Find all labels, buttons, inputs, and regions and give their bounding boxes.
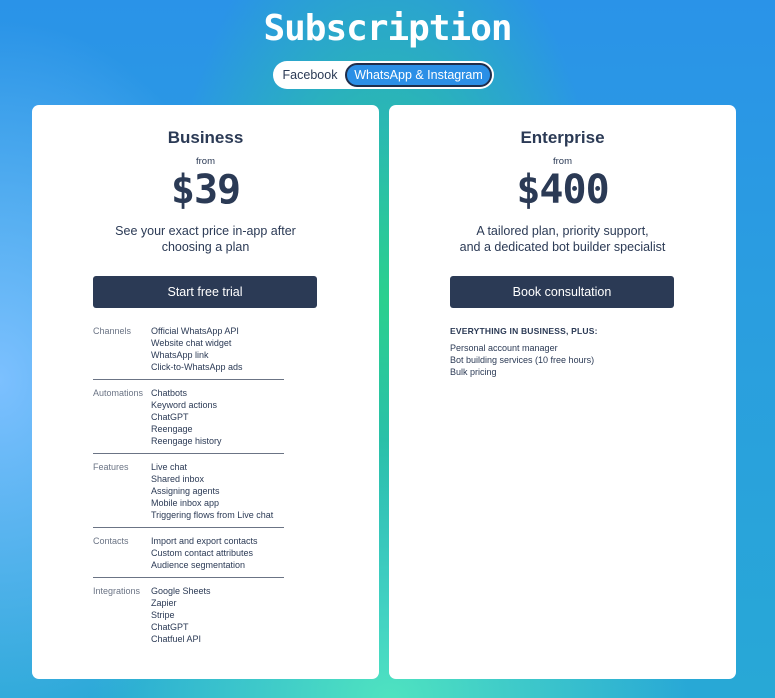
feature-item: Keyword actions bbox=[151, 400, 218, 410]
feature-item: Live chat bbox=[151, 462, 188, 472]
feature-item: Stripe bbox=[151, 610, 175, 620]
feature-item: WhatsApp link bbox=[151, 350, 209, 360]
feature-list: Channels Official WhatsApp API Website c… bbox=[93, 325, 284, 658]
feature-item: ChatGPT bbox=[151, 412, 189, 422]
feature-item: ChatGPT bbox=[151, 622, 189, 632]
feature-item: Mobile inbox app bbox=[151, 498, 220, 508]
feature-group-integrations: Integrations Google Sheets Zapier Stripe… bbox=[93, 585, 284, 651]
feature-group-automations: Automations Chatbots Keyword actions Cha… bbox=[93, 387, 284, 454]
plus-item: Bulk pricing bbox=[450, 367, 497, 377]
plus-item: Bot building services (10 free hours) bbox=[450, 355, 595, 365]
feature-group-label: Automations bbox=[93, 388, 144, 398]
plus-item: Personal account manager bbox=[450, 343, 558, 353]
feature-item: Audience segmentation bbox=[151, 560, 246, 570]
plan-description-line: A tailored plan, priority support, bbox=[476, 224, 649, 238]
feature-item: Shared inbox bbox=[151, 474, 205, 484]
feature-item: Reengage bbox=[151, 424, 193, 434]
feature-group-label: Contacts bbox=[93, 536, 129, 546]
plus-title: EVERYTHING IN BUSINESS, PLUS: bbox=[450, 326, 598, 336]
feature-group-features: Features Live chat Shared inbox Assignin… bbox=[93, 461, 284, 528]
plan-description-line: See your exact price in-app after bbox=[115, 224, 296, 238]
price-prefix: from bbox=[553, 156, 572, 167]
start-free-trial-button[interactable]: Start free trial bbox=[93, 276, 317, 308]
feature-item: Assigning agents bbox=[151, 486, 220, 496]
feature-item: Triggering flows from Live chat bbox=[151, 510, 274, 520]
price-prefix: from bbox=[196, 156, 215, 167]
feature-group-label: Features bbox=[93, 462, 129, 472]
plan-card-business: Business from $39 See your exact price i… bbox=[32, 105, 379, 679]
plus-list: Personal account manager Bot building se… bbox=[450, 342, 594, 378]
feature-item: Google Sheets bbox=[151, 586, 211, 596]
feature-group-contacts: Contacts Import and export contacts Cust… bbox=[93, 535, 284, 578]
toggle-whatsapp-instagram[interactable]: WhatsApp & Instagram bbox=[345, 63, 492, 87]
plan-name: Enterprise bbox=[520, 128, 605, 147]
plan-price: $39 bbox=[170, 167, 241, 213]
plan-name: Business bbox=[167, 128, 244, 147]
feature-group-channels: Channels Official WhatsApp API Website c… bbox=[93, 325, 284, 380]
feature-group-label: Channels bbox=[93, 326, 132, 336]
page-title: Subscription bbox=[263, 8, 512, 49]
plan-description-line: and a dedicated bot builder specialist bbox=[459, 240, 666, 254]
feature-item: Custom contact attributes bbox=[151, 548, 254, 558]
plan-description-line: choosing a plan bbox=[161, 240, 250, 254]
plan-description: A tailored plan, priority support, and a… bbox=[389, 223, 736, 255]
feature-item: Zapier bbox=[151, 598, 177, 608]
feature-item: Import and export contacts bbox=[151, 536, 258, 546]
feature-item: Reengage history bbox=[151, 436, 222, 446]
book-consultation-button[interactable]: Book consultation bbox=[450, 276, 674, 308]
plan-price: $400 bbox=[516, 167, 609, 213]
feature-item: Click-to-WhatsApp ads bbox=[151, 362, 243, 372]
channel-toggle: Facebook WhatsApp & Instagram bbox=[273, 61, 494, 89]
feature-item: Official WhatsApp API bbox=[151, 326, 239, 336]
feature-item: Chatbots bbox=[151, 388, 188, 398]
plan-card-enterprise: Enterprise from $400 A tailored plan, pr… bbox=[389, 105, 736, 679]
plan-description: See your exact price in-app after choosi… bbox=[32, 223, 379, 255]
toggle-facebook[interactable]: Facebook bbox=[275, 63, 345, 87]
feature-group-label: Integrations bbox=[93, 586, 141, 596]
feature-item: Chatfuel API bbox=[151, 634, 202, 644]
feature-item: Website chat widget bbox=[151, 338, 232, 348]
